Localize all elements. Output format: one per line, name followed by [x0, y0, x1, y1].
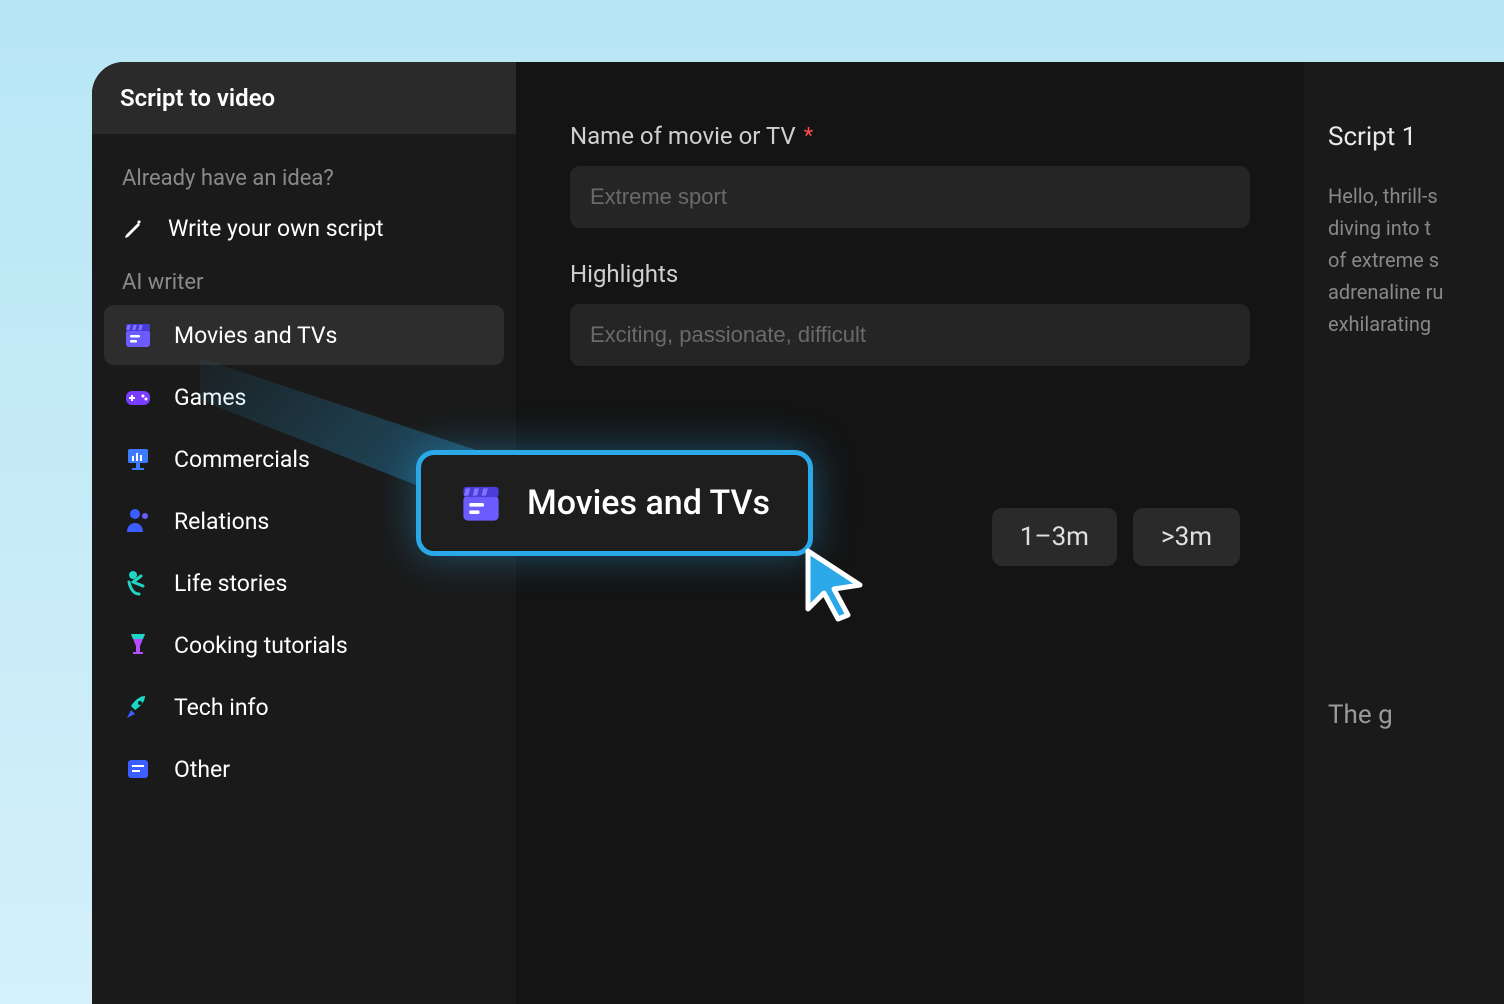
callout-movies-and-tvs[interactable]: Movies and TVs — [416, 450, 813, 556]
wave-icon — [122, 567, 154, 599]
category-movies-and-tvs[interactable]: Movies and TVs — [104, 305, 504, 365]
category-cooking-tutorials[interactable]: Cooking tutorials — [104, 615, 504, 675]
highlights-input[interactable] — [570, 304, 1250, 366]
required-indicator: * — [804, 124, 813, 149]
name-input[interactable] — [570, 166, 1250, 228]
sidebar-header: Script to video — [92, 62, 516, 134]
glass-icon — [122, 629, 154, 661]
category-games[interactable]: Games — [104, 367, 504, 427]
category-label: Cooking tutorials — [174, 632, 348, 659]
category-other[interactable]: Other — [104, 739, 504, 799]
category-label: Movies and TVs — [174, 322, 337, 349]
ai-writer-label: AI writer — [104, 256, 504, 303]
list-icon — [122, 753, 154, 785]
name-field-label: Name of movie or TV * — [570, 122, 1250, 150]
callout-label: Movies and TVs — [527, 483, 770, 523]
person-icon — [122, 505, 154, 537]
write-own-label: Write your own script — [168, 215, 384, 242]
idea-prompt-label: Already have an idea? — [104, 156, 504, 201]
category-label: Life stories — [174, 570, 287, 597]
script-preview-text: Hello, thrill-s diving into t of extreme… — [1328, 180, 1504, 340]
write-own-script-button[interactable]: Write your own script — [104, 201, 504, 256]
script-title: Script 1 — [1328, 122, 1504, 152]
category-tech-info[interactable]: Tech info — [104, 677, 504, 737]
category-life-stories[interactable]: Life stories — [104, 553, 504, 613]
category-label: Games — [174, 384, 246, 411]
highlights-field-label: Highlights — [570, 260, 1250, 288]
clapper-icon — [459, 481, 503, 525]
duration-gt-3m[interactable]: >3m — [1133, 508, 1240, 566]
script-preview-panel: Script 1 Hello, thrill-s diving into t o… — [1304, 62, 1504, 1004]
gamepad-icon — [122, 381, 154, 413]
rocket-icon — [122, 691, 154, 723]
category-label: Tech info — [174, 694, 269, 721]
app-title: Script to video — [120, 84, 488, 112]
script-generate-label: The g — [1328, 700, 1504, 730]
category-label: Other — [174, 756, 230, 783]
duration-1-3m[interactable]: 1–3m — [992, 508, 1117, 566]
clapper-icon — [122, 319, 154, 351]
pencil-icon — [122, 217, 150, 241]
presentation-icon — [122, 443, 154, 475]
category-label: Commercials — [174, 446, 310, 473]
category-label: Relations — [174, 508, 269, 535]
